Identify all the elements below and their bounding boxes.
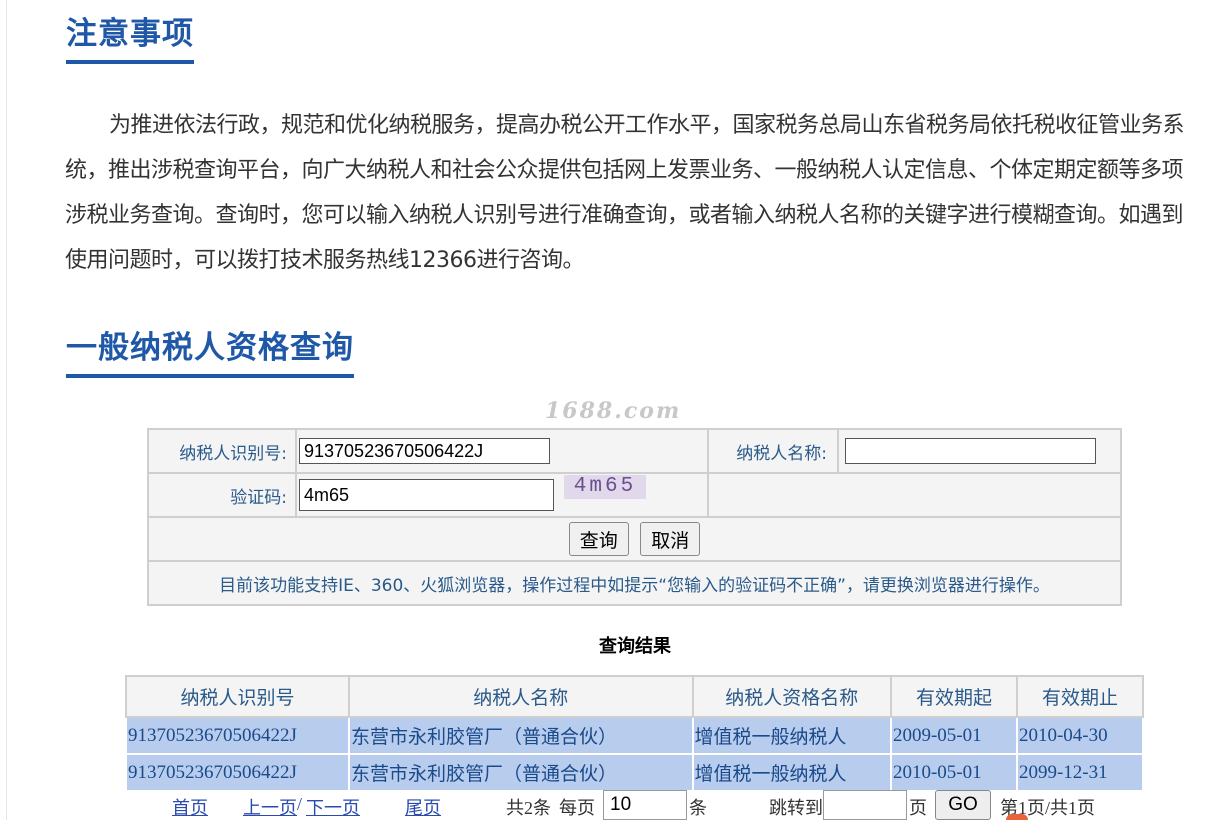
pager-page-unit: 页 [909,798,927,818]
cell-qualification: 增值税一般纳税人 [691,753,892,792]
captcha-label: 验证码: [147,472,297,518]
watermark: 1688.com [545,398,682,424]
cell-valid-from: 2010-05-01 [889,753,1018,792]
cell-valid-from: 2009-05-01 [889,716,1018,755]
empty-cell [707,472,1122,518]
captcha-cell: 4m65 [295,472,709,518]
taxpayer-name-input[interactable] [845,438,1096,464]
per-page-input[interactable] [603,790,687,820]
query-button[interactable]: 查询 [568,522,629,556]
taxpayer-id-input[interactable] [299,438,550,464]
table-row: 91370523670506422J 东营市永利胶管厂（普通合伙） 增值税一般纳… [125,753,1145,792]
taxpayer-name-cell [837,428,1122,474]
section-title-notice: 注意事项 [66,14,194,64]
captcha-image[interactable]: 4m65 [564,475,646,499]
cell-taxpayer-name: 东营市永利胶管厂（普通合伙） [347,716,694,755]
go-button[interactable]: GO [935,790,991,820]
col-header-taxpayer-id: 纳税人识别号 [125,675,350,718]
section-title-query: 一般纳税人资格查询 [66,328,354,378]
cell-valid-to: 2010-04-30 [1015,716,1145,755]
cell-valid-to: 2099-12-31 [1015,753,1145,792]
results-table: 纳税人识别号 纳税人名称 纳税人资格名称 有效期起 有效期止 913705236… [125,675,1145,792]
cell-taxpayer-name: 东营市永利胶管厂（普通合伙） [347,753,694,792]
taxpayer-id-cell [295,428,709,474]
pager-per-page-unit: 条 [689,798,707,818]
pager-total: 共2条 [506,798,551,818]
cell-taxpayer-id: 91370523670506422J [125,753,350,792]
pager-last-link[interactable]: 尾页 [405,794,441,820]
pager-separator: / [297,794,303,814]
taxpayer-name-label: 纳税人名称: [707,428,839,474]
results-header-row: 纳税人识别号 纳税人名称 纳税人资格名称 有效期起 有效期止 [125,675,1145,718]
cancel-button[interactable]: 取消 [640,522,701,556]
captcha-input[interactable] [299,479,554,511]
query-form: 纳税人识别号: 纳税人名称: 验证码: 4m65 查询 取消 目前该功能支持IE… [147,428,1122,606]
cell-qualification: 增值税一般纳税人 [691,716,892,755]
jump-page-input[interactable] [823,790,907,820]
notice-paragraph: 为推进依法行政，规范和优化纳税服务，提高办税公开工作水平，国家税务总局山东省税务… [65,113,1185,273]
floating-widget-edge[interactable] [1006,814,1028,820]
col-header-qualification: 纳税人资格名称 [691,675,892,718]
browser-notice: 目前该功能支持IE、360、火狐浏览器，操作过程中如提示“您输入的验证码不正确”… [147,560,1122,606]
pager-first-link[interactable]: 首页 [172,794,208,820]
pager-next-link[interactable]: 下一页 [306,794,360,820]
results-title: 查询结果 [599,636,671,657]
pagination: 首页 上一页 / 下一页 尾页 共2条 每页 条 跳转到 页 GO 第1页/共1… [0,790,1224,820]
col-header-taxpayer-name: 纳税人名称 [347,675,694,718]
table-row: 91370523670506422J 东营市永利胶管厂（普通合伙） 增值税一般纳… [125,716,1145,755]
col-header-valid-to: 有效期止 [1015,675,1145,718]
taxpayer-id-label: 纳税人识别号: [147,428,297,474]
page-left-border [6,0,7,820]
pager-jump-label: 跳转到 [769,798,823,818]
pager-prev-link[interactable]: 上一页 [243,794,297,820]
cell-taxpayer-id: 91370523670506422J [125,716,350,755]
pager-per-page-label: 每页 [559,798,595,818]
col-header-valid-from: 有效期起 [889,675,1018,718]
button-row: 查询 取消 [147,516,1122,562]
